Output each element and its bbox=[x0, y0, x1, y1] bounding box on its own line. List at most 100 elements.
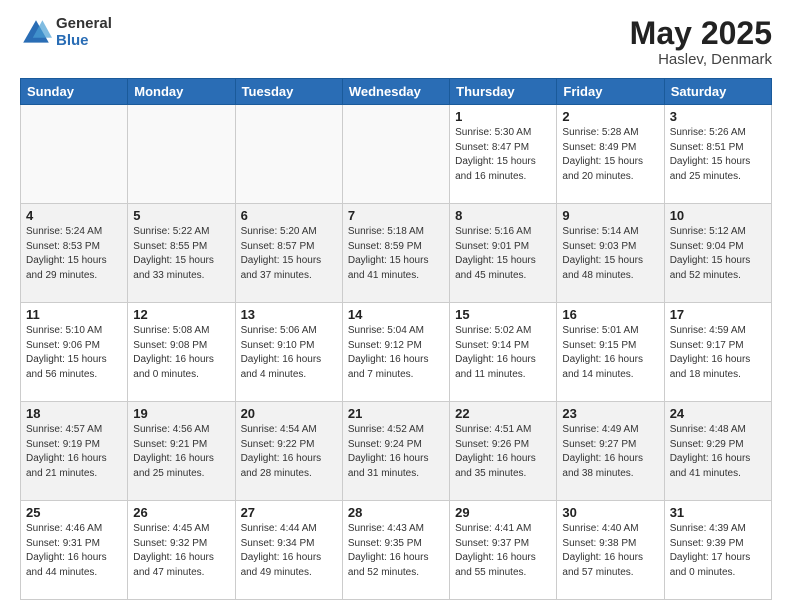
day-info: Sunrise: 4:46 AM Sunset: 9:31 PM Dayligh… bbox=[26, 522, 122, 580]
day-number: 5 bbox=[133, 208, 229, 223]
day-info: Sunrise: 5:12 AM Sunset: 9:04 PM Dayligh… bbox=[670, 225, 766, 283]
calendar-cell: 11Sunrise: 5:10 AM Sunset: 9:06 PM Dayli… bbox=[21, 303, 128, 402]
day-number: 31 bbox=[670, 505, 766, 520]
day-info: Sunrise: 4:41 AM Sunset: 9:37 PM Dayligh… bbox=[455, 522, 551, 580]
calendar-week-row: 25 Sunrise: 4:46 AM Sunset: 9:31 PM Dayli… bbox=[21, 501, 772, 600]
day-info: Sunrise: 5:22 AM Sunset: 8:55 PM Dayligh… bbox=[133, 225, 229, 283]
day-info: Sunrise: 5:28 AM Sunset: 8:49 PM Dayligh… bbox=[562, 126, 658, 184]
logo: General Blue bbox=[20, 16, 112, 49]
day-number: 4 bbox=[26, 208, 122, 223]
calendar-cell: 7 Sunrise: 5:18 AM Sunset: 8:59 PM Daylig… bbox=[342, 204, 449, 303]
calendar-cell: 27Sunrise: 4:44 AM Sunset: 9:34 PM Dayli… bbox=[235, 501, 342, 600]
day-info: Sunrise: 4:52 AM Sunset: 9:24 PM Dayligh… bbox=[348, 423, 444, 481]
day-number: 17 bbox=[670, 307, 766, 322]
day-number: 6 bbox=[241, 208, 337, 223]
day-number: 27 bbox=[241, 505, 337, 520]
day-info: Sunrise: 4:43 AM Sunset: 9:35 PM Dayligh… bbox=[348, 522, 444, 580]
day-number: 1 bbox=[455, 109, 551, 124]
day-number: 15 bbox=[455, 307, 551, 322]
day-info: Sunrise: 5:18 AM Sunset: 8:59 PM Dayligh… bbox=[348, 225, 444, 283]
calendar-cell: 2 Sunrise: 5:28 AM Sunset: 8:49 PM Daylig… bbox=[557, 105, 664, 204]
calendar-cell: 19Sunrise: 4:56 AM Sunset: 9:21 PM Dayli… bbox=[128, 402, 235, 501]
day-info: Sunrise: 4:48 AM Sunset: 9:29 PM Dayligh… bbox=[670, 423, 766, 481]
day-number: 19 bbox=[133, 406, 229, 421]
day-info: Sunrise: 5:16 AM Sunset: 9:01 PM Dayligh… bbox=[455, 225, 551, 283]
day-number: 9 bbox=[562, 208, 658, 223]
calendar-cell: 9 Sunrise: 5:14 AM Sunset: 9:03 PM Daylig… bbox=[557, 204, 664, 303]
calendar-cell: 10 Sunrise: 5:12 AM Sunset: 9:04 PM Dayli… bbox=[664, 204, 771, 303]
header-row: Sunday Monday Tuesday Wednesday Thursday… bbox=[21, 79, 772, 105]
day-number: 21 bbox=[348, 406, 444, 421]
calendar-body: 1 Sunrise: 5:30 AM Sunset: 8:47 PM Daylig… bbox=[21, 105, 772, 600]
page: General Blue May 2025 Haslev, Denmark Su… bbox=[0, 0, 792, 612]
title-block: May 2025 Haslev, Denmark bbox=[630, 16, 772, 68]
day-number: 13 bbox=[241, 307, 337, 322]
calendar-cell: 28 Sunrise: 4:43 AM Sunset: 9:35 PM Dayli… bbox=[342, 501, 449, 600]
logo-icon bbox=[20, 17, 52, 49]
calendar-cell: 6 Sunrise: 5:20 AM Sunset: 8:57 PM Daylig… bbox=[235, 204, 342, 303]
calendar-week-row: 1 Sunrise: 5:30 AM Sunset: 8:47 PM Daylig… bbox=[21, 105, 772, 204]
calendar-cell: 3 Sunrise: 5:26 AM Sunset: 8:51 PM Daylig… bbox=[664, 105, 771, 204]
day-number: 3 bbox=[670, 109, 766, 124]
day-info: Sunrise: 4:57 AM Sunset: 9:19 PM Dayligh… bbox=[26, 423, 122, 481]
day-info: Sunrise: 5:30 AM Sunset: 8:47 PM Dayligh… bbox=[455, 126, 551, 184]
day-info: Sunrise: 5:02 AM Sunset: 9:14 PM Dayligh… bbox=[455, 324, 551, 382]
day-number: 24 bbox=[670, 406, 766, 421]
day-info: Sunrise: 5:01 AM Sunset: 9:15 PM Dayligh… bbox=[562, 324, 658, 382]
logo-blue-text: Blue bbox=[56, 33, 112, 50]
calendar-cell: 1 Sunrise: 5:30 AM Sunset: 8:47 PM Daylig… bbox=[450, 105, 557, 204]
col-sunday: Sunday bbox=[21, 79, 128, 105]
day-number: 14 bbox=[348, 307, 444, 322]
day-info: Sunrise: 5:14 AM Sunset: 9:03 PM Dayligh… bbox=[562, 225, 658, 283]
day-info: Sunrise: 5:24 AM Sunset: 8:53 PM Dayligh… bbox=[26, 225, 122, 283]
day-number: 20 bbox=[241, 406, 337, 421]
day-info: Sunrise: 4:54 AM Sunset: 9:22 PM Dayligh… bbox=[241, 423, 337, 481]
subtitle: Haslev, Denmark bbox=[630, 51, 772, 68]
day-number: 25 bbox=[26, 505, 122, 520]
day-info: Sunrise: 5:04 AM Sunset: 9:12 PM Dayligh… bbox=[348, 324, 444, 382]
logo-general-text: General bbox=[56, 16, 112, 33]
calendar-week-row: 11Sunrise: 5:10 AM Sunset: 9:06 PM Dayli… bbox=[21, 303, 772, 402]
calendar-cell: 21 Sunrise: 4:52 AM Sunset: 9:24 PM Dayli… bbox=[342, 402, 449, 501]
logo-text: General Blue bbox=[56, 16, 112, 49]
header: General Blue May 2025 Haslev, Denmark bbox=[20, 16, 772, 68]
calendar-cell bbox=[235, 105, 342, 204]
calendar-table: Sunday Monday Tuesday Wednesday Thursday… bbox=[20, 78, 772, 600]
calendar-cell: 13 Sunrise: 5:06 AM Sunset: 9:10 PM Dayli… bbox=[235, 303, 342, 402]
day-number: 29 bbox=[455, 505, 551, 520]
calendar-cell bbox=[128, 105, 235, 204]
day-number: 2 bbox=[562, 109, 658, 124]
col-thursday: Thursday bbox=[450, 79, 557, 105]
day-info: Sunrise: 4:45 AM Sunset: 9:32 PM Dayligh… bbox=[133, 522, 229, 580]
calendar-cell: 30Sunrise: 4:40 AM Sunset: 9:38 PM Dayli… bbox=[557, 501, 664, 600]
col-monday: Monday bbox=[128, 79, 235, 105]
day-number: 28 bbox=[348, 505, 444, 520]
calendar-cell: 20 Sunrise: 4:54 AM Sunset: 9:22 PM Dayli… bbox=[235, 402, 342, 501]
calendar-cell bbox=[342, 105, 449, 204]
calendar-week-row: 18 Sunrise: 4:57 AM Sunset: 9:19 PM Dayli… bbox=[21, 402, 772, 501]
day-info: Sunrise: 5:26 AM Sunset: 8:51 PM Dayligh… bbox=[670, 126, 766, 184]
day-number: 10 bbox=[670, 208, 766, 223]
calendar-cell: 22Sunrise: 4:51 AM Sunset: 9:26 PM Dayli… bbox=[450, 402, 557, 501]
day-number: 23 bbox=[562, 406, 658, 421]
calendar-cell: 12Sunrise: 5:08 AM Sunset: 9:08 PM Dayli… bbox=[128, 303, 235, 402]
calendar-cell: 18 Sunrise: 4:57 AM Sunset: 9:19 PM Dayli… bbox=[21, 402, 128, 501]
calendar-cell: 8 Sunrise: 5:16 AM Sunset: 9:01 PM Daylig… bbox=[450, 204, 557, 303]
calendar-cell: 31 Sunrise: 4:39 AM Sunset: 9:39 PM Dayli… bbox=[664, 501, 771, 600]
calendar-cell: 15 Sunrise: 5:02 AM Sunset: 9:14 PM Dayli… bbox=[450, 303, 557, 402]
calendar-cell: 24 Sunrise: 4:48 AM Sunset: 9:29 PM Dayli… bbox=[664, 402, 771, 501]
calendar-cell: 4 Sunrise: 5:24 AM Sunset: 8:53 PM Daylig… bbox=[21, 204, 128, 303]
day-info: Sunrise: 5:06 AM Sunset: 9:10 PM Dayligh… bbox=[241, 324, 337, 382]
calendar-cell: 17 Sunrise: 4:59 AM Sunset: 9:17 PM Dayli… bbox=[664, 303, 771, 402]
day-info: Sunrise: 5:08 AM Sunset: 9:08 PM Dayligh… bbox=[133, 324, 229, 382]
col-wednesday: Wednesday bbox=[342, 79, 449, 105]
day-number: 8 bbox=[455, 208, 551, 223]
day-number: 30 bbox=[562, 505, 658, 520]
day-number: 18 bbox=[26, 406, 122, 421]
col-tuesday: Tuesday bbox=[235, 79, 342, 105]
day-number: 7 bbox=[348, 208, 444, 223]
day-info: Sunrise: 5:20 AM Sunset: 8:57 PM Dayligh… bbox=[241, 225, 337, 283]
col-saturday: Saturday bbox=[664, 79, 771, 105]
day-info: Sunrise: 4:39 AM Sunset: 9:39 PM Dayligh… bbox=[670, 522, 766, 580]
day-info: Sunrise: 4:59 AM Sunset: 9:17 PM Dayligh… bbox=[670, 324, 766, 382]
